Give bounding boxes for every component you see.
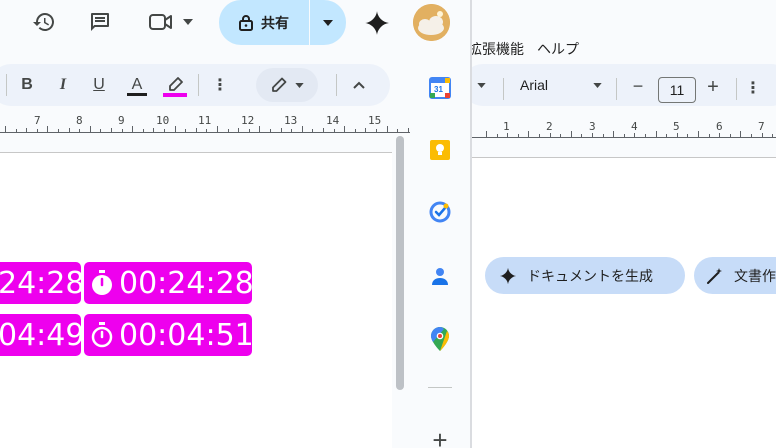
share-label: 共有 [261,14,289,31]
ruler-number: 4 [631,120,638,133]
ruler-number: 2 [546,120,553,133]
version-history-icon[interactable] [30,8,58,36]
ruler-number: 11 [198,114,212,127]
toolbar-separator [6,74,7,96]
ruler-number: 8 [76,114,83,127]
menu-item-extensions[interactable]: 拡張機能 [472,39,524,59]
highlight-color-swatch [163,93,187,97]
font-family-value: Arial [520,77,549,93]
ruler-number: 5 [673,120,680,133]
ruler-number: 9 [118,114,125,127]
ruler-number: 13 [284,114,298,127]
ruler-number: 7 [758,120,765,133]
comments-icon[interactable] [86,8,114,36]
timer-value: 04:49 [0,317,85,353]
ruler-number: 3 [589,120,596,133]
toolbar-separator [198,74,199,96]
timer-chip: 04:49 [0,314,85,356]
chip-label: 文書作 [734,267,776,284]
share-dropdown-button[interactable] [310,0,346,45]
chevron-down-icon[interactable] [474,80,488,90]
timer-value: 24:28 [0,265,85,301]
meet-dropdown-icon[interactable] [180,12,196,32]
font-size-input[interactable]: 11 [658,77,696,103]
stopwatch-icon [89,269,115,297]
calendar-icon[interactable]: 31 [424,72,456,104]
gemini-spark-icon[interactable] [362,8,392,38]
timer-chip: 00:04:51 [84,314,254,356]
gemini-spark-icon [499,267,517,285]
bold-button[interactable]: B [15,74,39,96]
more-options-button[interactable]: ⋮ [208,74,232,96]
contacts-icon[interactable] [424,260,456,292]
collapse-toolbar-icon[interactable] [347,74,371,96]
ruler-number: 14 [326,114,340,127]
lock-icon [239,14,253,31]
generate-document-chip[interactable]: ドキュメントを生成 [485,257,685,294]
ruler-number: 6 [716,120,723,133]
chevron-down-icon [323,19,333,26]
horizontal-ruler: 1 2 3 4 5 6 7 [472,117,776,139]
italic-button[interactable]: I [51,74,75,96]
ruler-number: 12 [241,114,255,127]
more-options-button[interactable]: ⋮ [744,77,762,99]
toolbar-separator [336,74,337,96]
keep-icon[interactable] [424,134,456,166]
editing-mode-button[interactable] [256,68,318,102]
ruler-number: 15 [368,114,382,127]
document-page[interactable] [472,157,776,448]
horizontal-ruler: 7 8 9 10 11 12 13 14 15 [0,112,410,134]
underline-button[interactable]: U [87,74,111,96]
timer-value: 00:24:28 [119,265,254,301]
toolbar-separator [503,78,504,100]
pencil-icon [271,77,287,93]
timer-chip: 24:28 [0,262,85,304]
menu-item-help[interactable]: ヘルプ [537,39,579,59]
decrease-font-size-button[interactable]: − [628,76,648,96]
avatar[interactable] [413,4,450,41]
increase-font-size-button[interactable]: + [703,76,723,98]
meet-video-icon[interactable] [146,8,176,36]
add-addon-button[interactable]: + [424,424,456,448]
chip-label: ドキュメントを生成 [527,267,653,284]
font-family-select[interactable]: Arial [512,72,608,98]
ruler-number: 10 [156,114,170,127]
stopwatch-outline-icon [89,321,115,349]
chevron-down-icon [593,82,602,88]
toolbar-separator [616,78,617,100]
left-doc-pane: 共有 B I U A ⋮ 7 8 9 10 11 12 13 14 15 24:… [0,0,470,448]
share-button[interactable]: 共有 [219,0,309,45]
tasks-icon[interactable] [424,196,456,228]
timer-chip: 00:24:28 [84,262,254,304]
ruler-number: 1 [503,120,510,133]
maps-icon[interactable] [424,323,456,355]
chevron-down-icon [294,82,304,88]
text-color-swatch [127,93,147,96]
rewrite-chip[interactable]: 文書作 [694,257,776,294]
menubar: 拡張機能 ヘルプ [472,39,579,59]
side-panel-divider [428,387,452,388]
calendar-day: 31 [434,85,443,94]
scrollbar-thumb[interactable] [396,136,404,390]
side-panel [417,64,465,448]
ruler-number: 7 [34,114,41,127]
toolbar-separator [736,78,737,100]
timer-value: 00:04:51 [119,317,254,353]
right-doc-pane: 拡張機能 ヘルプ Arial − 11 + ⋮ 1 2 3 4 5 6 7 ドキ… [472,0,776,448]
magic-pen-icon [706,267,724,285]
